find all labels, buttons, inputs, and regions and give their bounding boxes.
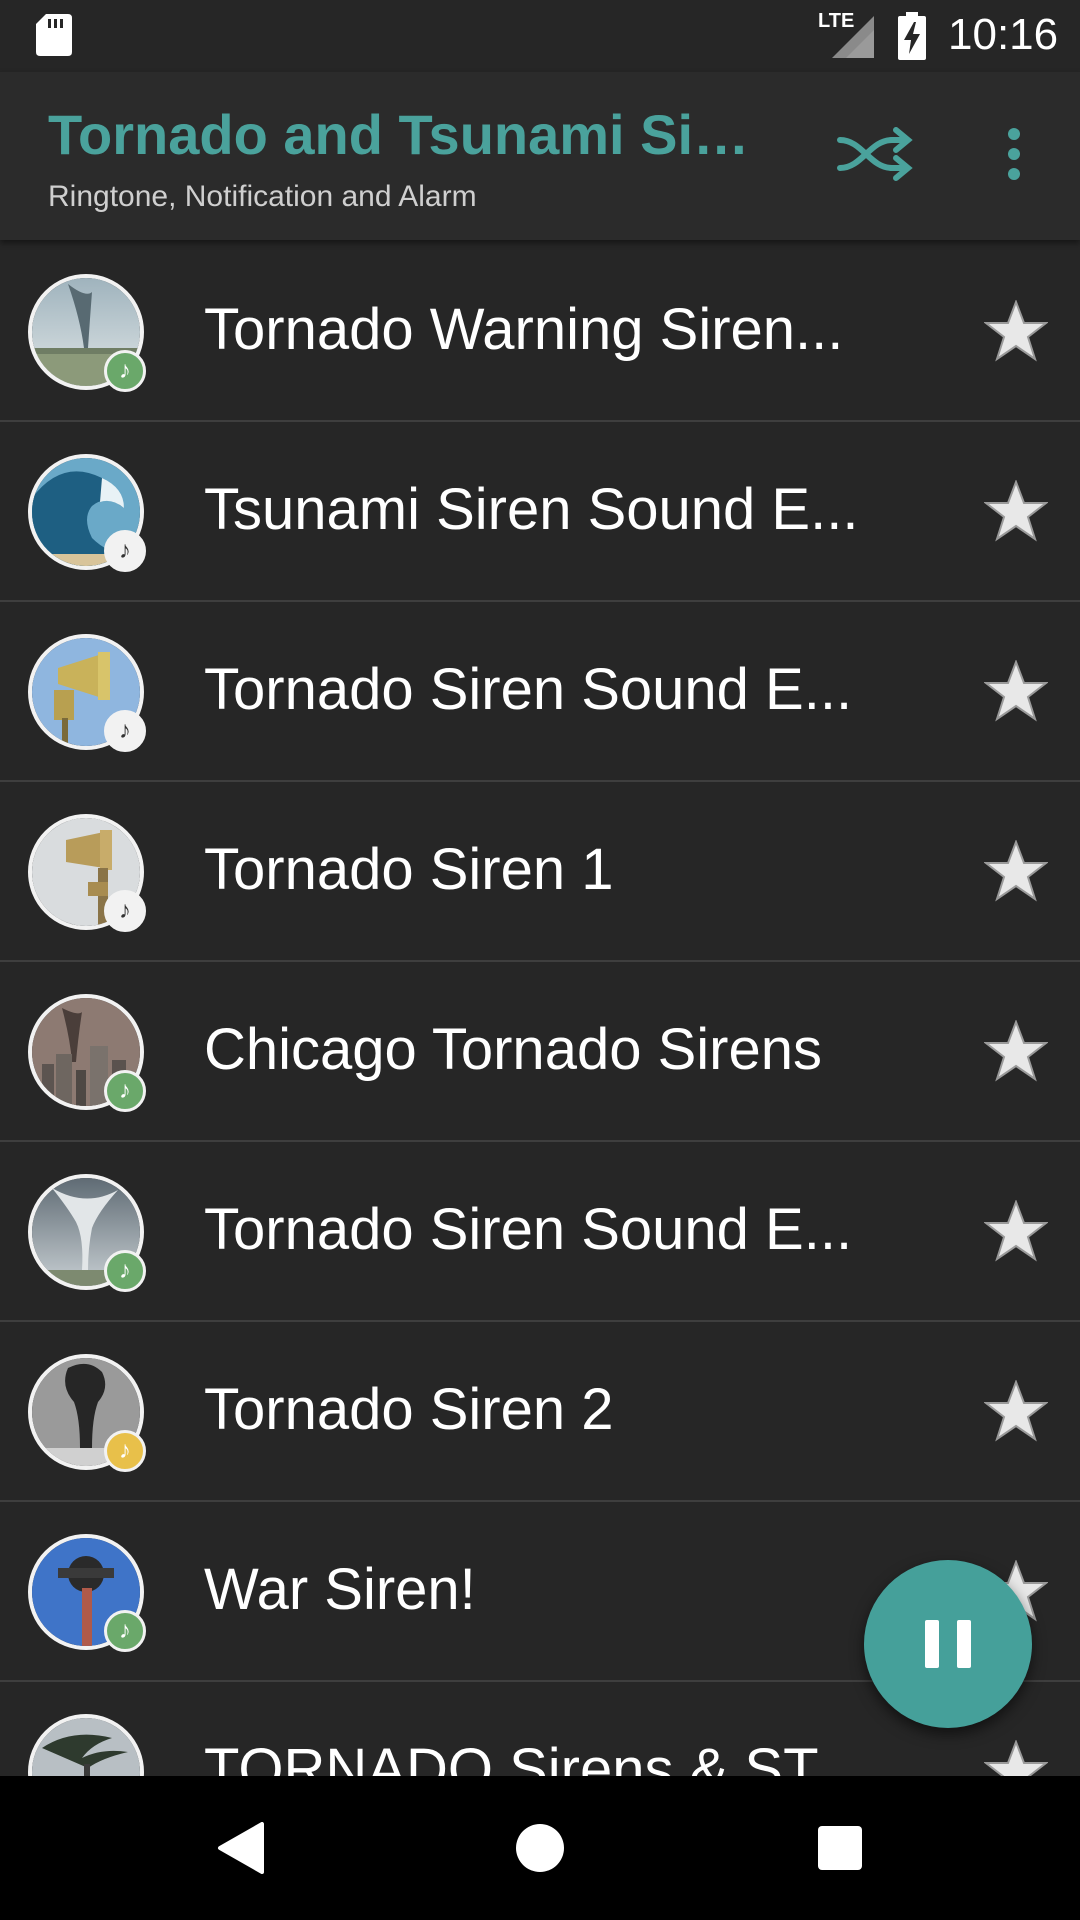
star-icon[interactable] (984, 660, 1048, 722)
home-icon[interactable] (516, 1824, 564, 1872)
sound-list: ♪ Tornado Warning Siren... ♪ Tsunami Sir… (0, 240, 1080, 1776)
shuffle-icon[interactable] (836, 124, 916, 184)
star-icon[interactable] (984, 300, 1048, 362)
app-subtitle: Ringtone, Notification and Alarm (48, 180, 477, 213)
back-icon[interactable] (216, 1822, 266, 1874)
app-title: Tornado and Tsunami Sir... (48, 103, 758, 166)
list-item[interactable]: ♪ Tsunami Siren Sound E... (0, 420, 1080, 602)
music-note-icon: ♪ (104, 710, 146, 752)
music-note-icon: ♪ (104, 1430, 146, 1472)
star-icon[interactable] (984, 1200, 1048, 1262)
star-icon[interactable] (984, 1740, 1048, 1776)
list-item[interactable]: ♪ Tornado Warning Siren... (0, 240, 1080, 422)
signal-icon (832, 16, 874, 58)
app-bar: Tornado and Tsunami Sir... Ringtone, Not… (0, 72, 1080, 240)
pause-icon (925, 1620, 939, 1668)
sound-title: Tornado Siren Sound E... (204, 657, 853, 722)
sound-title: Tornado Siren 1 (204, 837, 614, 902)
sound-title: Tornado Warning Siren... (204, 297, 844, 362)
palm-storm-thumbnail (28, 1714, 144, 1776)
star-icon[interactable] (984, 1380, 1048, 1442)
pause-button[interactable] (864, 1560, 1032, 1728)
sound-title: War Siren! (204, 1557, 476, 1622)
music-note-icon: ♪ (104, 890, 146, 932)
more-vert-icon[interactable] (990, 124, 1038, 184)
list-item[interactable]: ♪ Tornado Siren Sound E... (0, 600, 1080, 782)
status-bar: LTE 10:16 (0, 0, 1080, 72)
sound-title: TORNADO Sirens & ST... (204, 1737, 861, 1776)
sound-title: Chicago Tornado Sirens (204, 1017, 822, 1082)
music-note-icon: ♪ (104, 350, 146, 392)
music-note-icon: ♪ (104, 1250, 146, 1292)
battery-charging-icon (898, 12, 926, 60)
clock: 10:16 (948, 10, 1059, 59)
music-note-icon: ♪ (104, 1610, 146, 1652)
list-item[interactable]: ♪ Tornado Siren 1 (0, 780, 1080, 962)
recents-icon[interactable] (818, 1826, 862, 1870)
music-note-icon: ♪ (104, 1070, 146, 1112)
list-item[interactable]: ♪ Tornado Siren Sound E... (0, 1140, 1080, 1322)
star-icon[interactable] (984, 1020, 1048, 1082)
star-icon[interactable] (984, 480, 1048, 542)
sd-card-icon (36, 14, 72, 56)
music-note-icon: ♪ (104, 530, 146, 572)
star-icon[interactable] (984, 840, 1048, 902)
list-item[interactable]: ♪ Tornado Siren 2 (0, 1320, 1080, 1502)
list-item[interactable]: ♪ Chicago Tornado Sirens (0, 960, 1080, 1142)
sound-title: Tornado Siren Sound E... (204, 1197, 853, 1262)
sound-title: Tsunami Siren Sound E... (204, 477, 859, 542)
sound-title: Tornado Siren 2 (204, 1377, 614, 1442)
